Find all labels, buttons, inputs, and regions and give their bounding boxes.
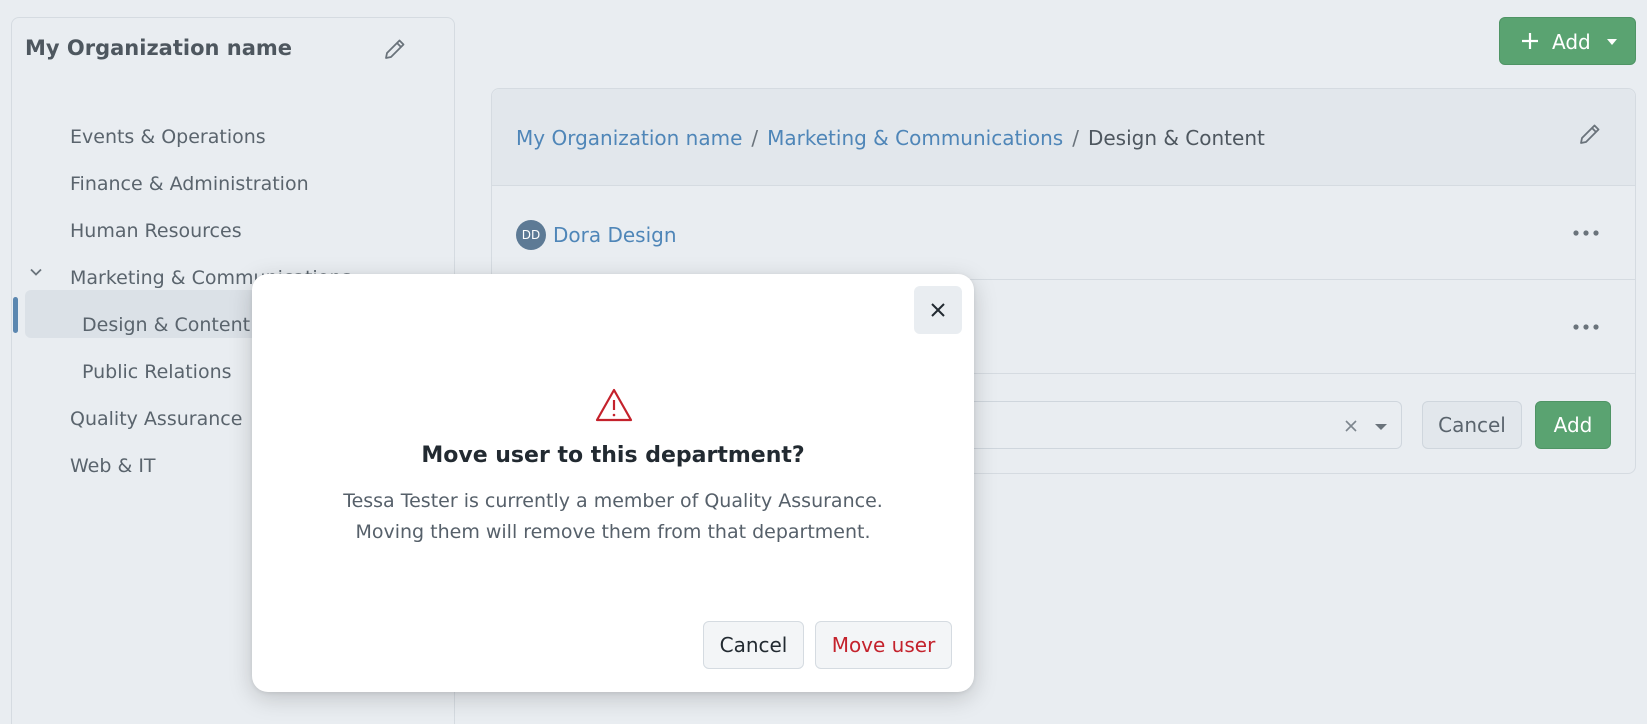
caret-down-icon[interactable] [1374, 423, 1388, 431]
more-options-icon[interactable] [1572, 229, 1600, 237]
panel-header: My Organization name / Marketing & Commu… [492, 89, 1635, 186]
breadcrumb-separator: / [751, 126, 759, 150]
breadcrumb-separator: / [1072, 126, 1079, 150]
add-user-button[interactable]: Add [1535, 401, 1611, 449]
chevron-down-icon[interactable] [28, 264, 44, 280]
close-icon [931, 303, 945, 317]
breadcrumb-current: Design & Content [1087, 126, 1265, 150]
user-link[interactable]: Dora Design [553, 223, 677, 247]
add-button[interactable]: Add [1499, 17, 1636, 65]
cancel-button[interactable]: Cancel [1422, 401, 1522, 449]
close-button[interactable] [914, 286, 962, 334]
dialog-message-line: Tessa Tester is currently a member of Qu… [343, 490, 883, 512]
sidebar-item-quality-assurance[interactable]: Quality Assurance [70, 408, 242, 430]
sidebar-item-web-it[interactable]: Web & IT [70, 455, 156, 477]
breadcrumb-root[interactable]: My Organization name [516, 126, 742, 150]
sidebar-active-indicator [13, 297, 18, 333]
breadcrumb-parent[interactable]: Marketing & Communications [767, 126, 1063, 150]
dialog-title: Move user to this department? [421, 443, 805, 468]
warning-icon [595, 388, 633, 422]
pencil-icon[interactable] [1578, 122, 1602, 146]
sidebar-item-design-content[interactable]: Design & Content [82, 314, 250, 336]
dialog-message: Tessa Tester is currently a member of Qu… [252, 486, 974, 548]
dialog-message-line: Moving them will remove them from that d… [355, 521, 871, 543]
dialog-cancel-button[interactable]: Cancel [703, 621, 804, 669]
add-button-label: Add [1552, 30, 1591, 54]
clear-icon[interactable] [1344, 419, 1358, 433]
list-item: DD Dora Design [492, 186, 1635, 280]
org-title: My Organization name [25, 36, 293, 60]
more-options-icon[interactable] [1572, 323, 1600, 331]
caret-down-icon [1607, 39, 1617, 45]
plus-icon [1522, 33, 1538, 49]
sidebar-item-public-relations[interactable]: Public Relations [82, 361, 232, 383]
sidebar-item-finance-administration[interactable]: Finance & Administration [70, 173, 309, 195]
sidebar-item-events-operations[interactable]: Events & Operations [70, 126, 266, 148]
move-user-button[interactable]: Move user [815, 621, 952, 669]
pencil-icon[interactable] [383, 37, 407, 61]
confirm-dialog: Move user to this department? Tessa Test… [252, 274, 974, 692]
breadcrumb: My Organization name / Marketing & Commu… [516, 126, 1265, 150]
avatar: DD [516, 220, 546, 250]
sidebar-item-human-resources[interactable]: Human Resources [70, 220, 242, 242]
